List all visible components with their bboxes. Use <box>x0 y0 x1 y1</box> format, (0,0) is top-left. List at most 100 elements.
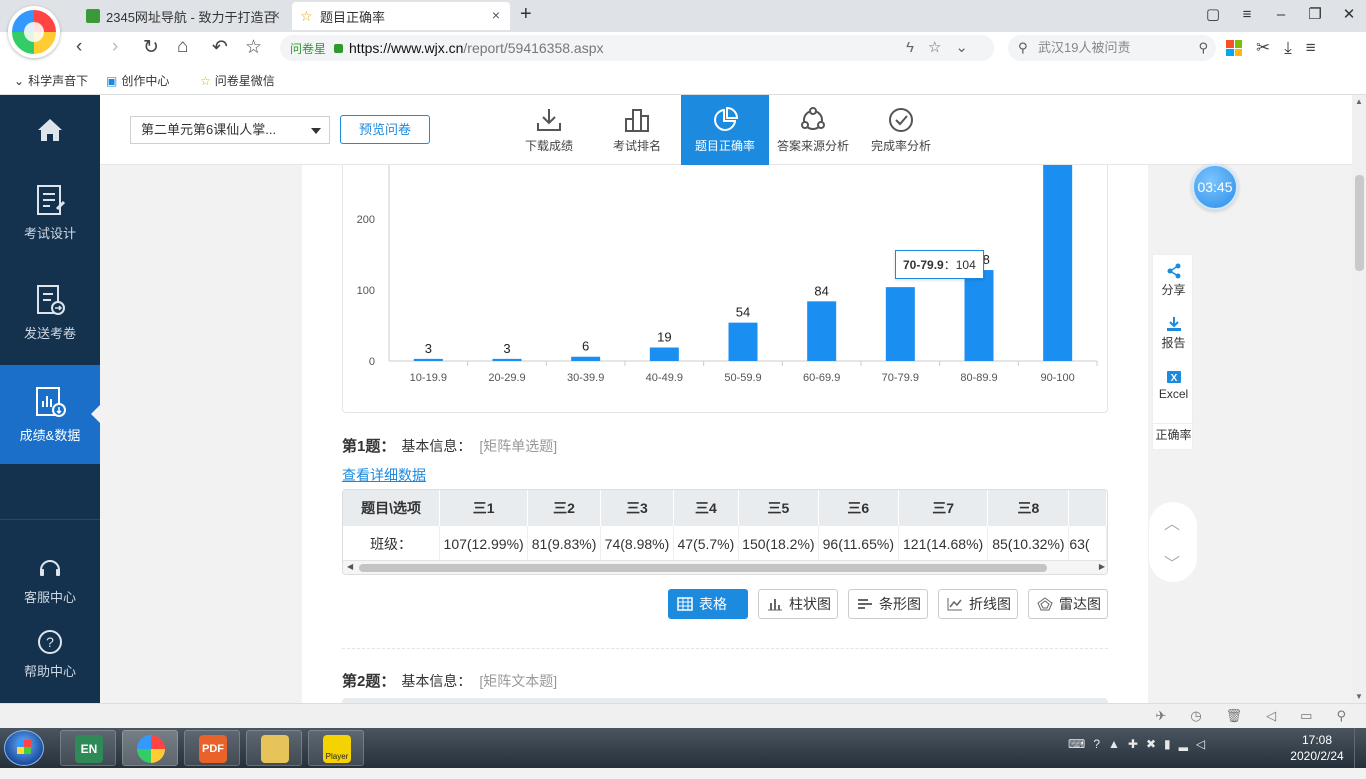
keyboard-icon[interactable]: ⌨ <box>1068 737 1085 751</box>
sidebar-item-exam-design[interactable]: 考试设计 <box>0 183 100 263</box>
tab-answer-source[interactable]: 答案来源分析 <box>769 95 857 165</box>
excel-button[interactable]: X Excel <box>1153 369 1194 401</box>
view-button-label: 条形图 <box>879 596 921 612</box>
tool-label: Excel <box>1158 387 1189 401</box>
refresh-icon[interactable]: ↻ <box>143 36 159 59</box>
view-radar-button[interactable]: 雷达图 <box>1028 589 1108 619</box>
home-page-icon[interactable]: ⌂ <box>177 36 188 58</box>
forward-icon[interactable]: › <box>112 36 118 58</box>
rocket-icon[interactable]: ✈ <box>1155 708 1166 724</box>
survey-select[interactable]: 第二单元第6课仙人掌... <box>130 116 330 144</box>
trash-icon[interactable]: 🗑 <box>1226 708 1243 724</box>
window-icon[interactable]: ▭ <box>1300 708 1312 724</box>
help-icon[interactable]: ? <box>1093 737 1100 751</box>
table-cell: 150(18.2%) <box>738 526 819 562</box>
apps-icon[interactable] <box>1226 40 1242 56</box>
scroll-right-icon[interactable]: ▶ <box>1099 562 1105 571</box>
bar <box>492 358 522 361</box>
address-action-icons[interactable]: ϟ☆⌄ <box>906 38 982 56</box>
undo-close-icon[interactable]: ↶ <box>212 36 228 59</box>
close-tab-icon[interactable]: × <box>272 7 280 23</box>
share-button[interactable]: 分享 <box>1153 263 1194 298</box>
blocked-icon[interactable]: ✖ <box>1146 737 1156 751</box>
sidebar-item-help[interactable]: ? 帮助中心 <box>0 629 100 689</box>
table-cell: 63( <box>1068 526 1107 562</box>
taskbar-app-en[interactable]: EN <box>60 730 116 766</box>
show-desktop-button[interactable] <box>1354 728 1366 768</box>
preview-survey-button[interactable]: 预览问卷 <box>340 115 430 144</box>
plus-icon[interactable]: ✚ <box>1128 737 1138 751</box>
table-header-cell: 三6 <box>818 490 899 526</box>
tab-2345-nav[interactable]: 2345网址导航 - 致力于打造百 × <box>78 2 290 30</box>
speaker-icon[interactable]: ◁ <box>1196 737 1205 751</box>
view-detail-link[interactable]: 查看详细数据 <box>342 465 426 485</box>
view-hbar-button[interactable]: 条形图 <box>848 589 928 619</box>
sidebar-item-label: 帮助中心 <box>23 664 76 679</box>
download-icon <box>537 109 561 131</box>
bookmark-item[interactable]: ☆ 问卷星微信 <box>200 72 275 89</box>
accuracy-button[interactable]: 正确率 <box>1153 423 1194 443</box>
tool-label: 正确率 <box>1155 428 1192 442</box>
scroll-up-arrow-icon[interactable]: ▲ <box>1355 97 1363 106</box>
tab-completion-rate[interactable]: 完成率分析 <box>857 95 945 165</box>
scroll-up-icon[interactable]: ︿ <box>1164 510 1180 534</box>
taskbar-app-pdf[interactable]: PDF <box>184 730 240 766</box>
zoom-icon[interactable]: ⚲ <box>1336 708 1346 724</box>
sidebar-item-send-exam[interactable]: 发送考卷 <box>0 283 100 363</box>
close-window-icon[interactable]: ✕ <box>1332 0 1366 32</box>
back-icon[interactable]: ‹ <box>76 36 82 58</box>
question-type: [矩阵单选题] <box>479 438 558 454</box>
countdown-timer[interactable]: 03:45 <box>1192 164 1238 210</box>
volume-icon[interactable]: ◁ <box>1266 708 1276 724</box>
view-line-button[interactable]: 折线图 <box>938 589 1018 619</box>
document-edit-icon <box>37 185 66 215</box>
more-menu-icon[interactable]: ≡ <box>1306 38 1316 58</box>
bar <box>964 270 994 361</box>
scroll-down-icon[interactable]: ﹀ <box>1164 550 1180 574</box>
scroll-left-icon[interactable]: ◀ <box>347 562 353 571</box>
search-go-icon[interactable]: ⚲ <box>1198 35 1208 61</box>
minimize-icon[interactable]: – <box>1264 0 1298 32</box>
taskbar-app-browser[interactable] <box>122 730 178 766</box>
new-tab-icon[interactable]: + <box>520 3 532 26</box>
scissors-icon[interactable]: ✂ <box>1256 38 1270 58</box>
bookmark-label: 创作中心 <box>121 74 170 88</box>
tab-question-accuracy[interactable]: ☆ 题目正确率 × <box>292 2 510 30</box>
sidebar-item-scores-data[interactable]: 成绩&数据 <box>0 365 100 464</box>
start-button[interactable] <box>4 730 44 766</box>
network-icon[interactable]: ▂ <box>1179 737 1188 751</box>
report-button[interactable]: 报告 <box>1153 316 1194 351</box>
view-bar-button[interactable]: 柱状图 <box>758 589 838 619</box>
bookmark-manager-icon[interactable]: ▢ <box>1196 0 1230 32</box>
tab-download-scores[interactable]: 下载成绩 <box>505 95 593 165</box>
question-2-header: 第2题： 基本信息： [矩阵文本题] <box>342 670 557 691</box>
download-manager-icon[interactable]: ⤓ <box>1284 38 1292 58</box>
search-input[interactable]: ⚲ 武汉19人被问责 ⚲ <box>1008 35 1216 61</box>
horizontal-scrollbar[interactable]: ◀ ▶ <box>343 560 1107 574</box>
vertical-scrollbar[interactable]: ▲ ▼ <box>1352 95 1366 703</box>
system-clock[interactable]: 17:08 2020/2/24 <box>1290 732 1344 764</box>
close-tab-icon[interactable]: × <box>492 7 500 23</box>
tab-exam-ranking[interactable]: 考试排名 <box>593 95 681 165</box>
taskbar-app-folder[interactable] <box>246 730 302 766</box>
restore-icon[interactable]: ❐ <box>1298 0 1332 32</box>
x-tick-label: 40-49.9 <box>646 372 683 384</box>
browser-logo-icon[interactable] <box>8 6 60 58</box>
device-icon[interactable]: ▮ <box>1164 737 1171 751</box>
scrollbar-thumb[interactable] <box>1355 175 1364 271</box>
address-bar[interactable]: 问卷星 https://www.wjx.cn/report/59416358.a… <box>280 35 994 61</box>
view-table-button[interactable]: 表格 <box>668 589 748 619</box>
bookmark-item[interactable]: ⌄ 科学声音下 <box>14 72 88 89</box>
scroll-down-arrow-icon[interactable]: ▼ <box>1355 692 1363 701</box>
menu-icon[interactable]: ≡ <box>1230 0 1264 32</box>
status-icons: ✈ ◷ 🗑 ◁ ▭ ⚲ <box>1155 708 1346 724</box>
scrollbar-thumb[interactable] <box>359 564 1047 572</box>
history-icon[interactable]: ◷ <box>1190 708 1201 724</box>
bookmark-item[interactable]: ▣ 创作中心 <box>106 72 169 89</box>
favorite-icon[interactable]: ☆ <box>245 36 262 59</box>
tab-question-accuracy[interactable]: 题目正确率 <box>681 95 769 165</box>
taskbar-app-player[interactable]: Player <box>308 730 364 766</box>
sidebar-item-home[interactable] <box>0 115 100 175</box>
sidebar-item-service[interactable]: 客服中心 <box>0 555 100 615</box>
tray-expand-icon[interactable]: ▲ <box>1108 737 1120 751</box>
